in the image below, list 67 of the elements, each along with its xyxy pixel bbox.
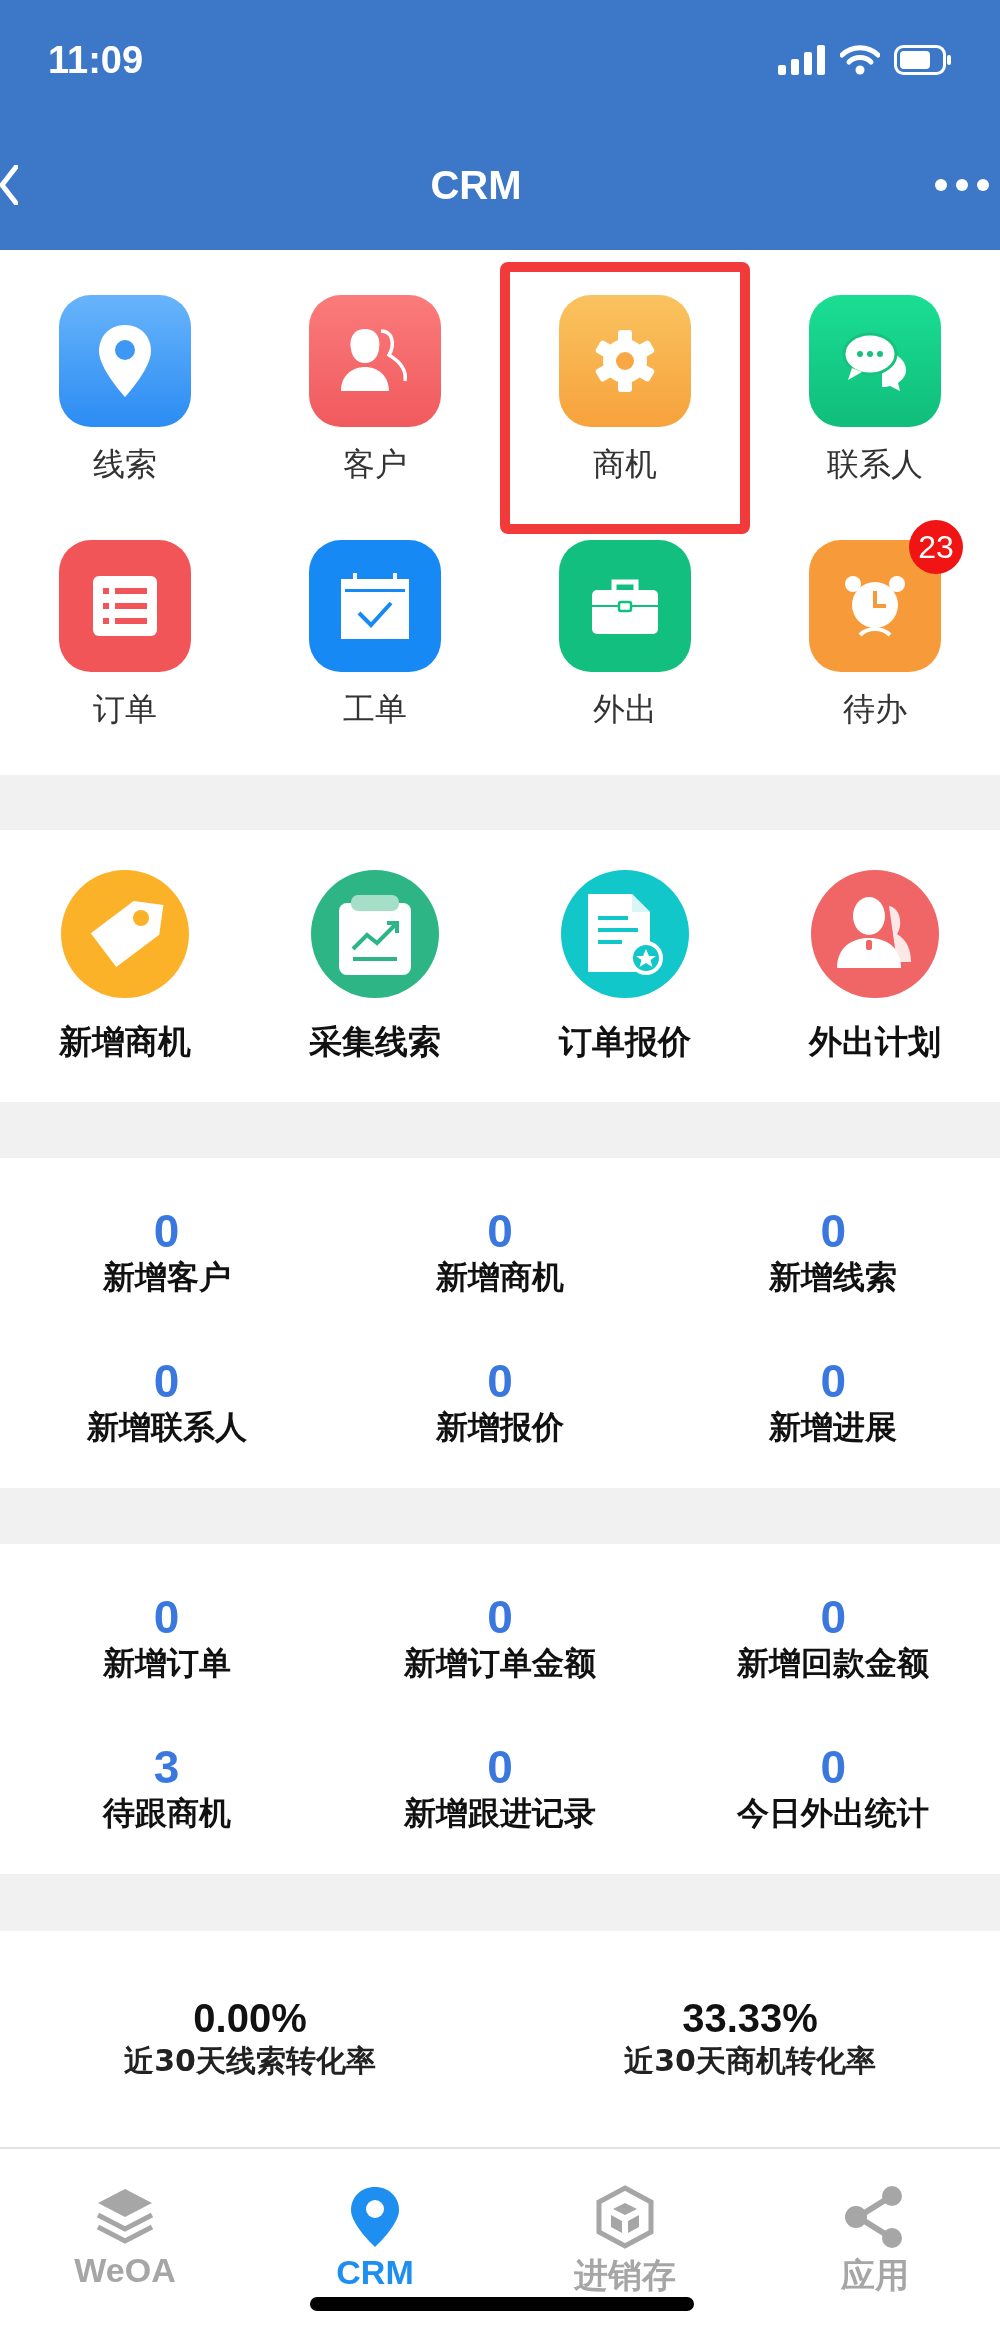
battery-icon: [894, 45, 952, 75]
stat-label: 新增订单: [102, 1643, 231, 1685]
quick-action-label: 新增商机: [59, 1021, 191, 1063]
module-label: 商机: [593, 444, 657, 485]
location-pin-icon: [349, 2185, 401, 2249]
rate-label: 近30天商机转化率: [624, 2042, 876, 2080]
stat-value[interactable]: 0: [153, 1355, 180, 1407]
briefcase-icon: [592, 578, 658, 634]
stat-value[interactable]: 0: [487, 1355, 513, 1407]
cube-icon: [595, 2185, 655, 2249]
tab[interactable]: CRM: [336, 2185, 414, 2292]
stat-value[interactable]: 0: [487, 1591, 513, 1643]
stat-label: 新增报价: [436, 1407, 564, 1449]
stat-value[interactable]: 3: [153, 1741, 180, 1793]
rate-label: 近30天线索转化率: [124, 2042, 376, 2080]
stat-label: 新增客户: [102, 1257, 231, 1299]
stat-value[interactable]: 0: [820, 1591, 847, 1643]
quick-action-label: 外出计划: [809, 1021, 941, 1063]
wifi-icon: [840, 45, 880, 75]
signal-icon: [778, 45, 826, 75]
tab[interactable]: 应用: [841, 2185, 909, 2299]
module-tile[interactable]: [309, 295, 441, 427]
module-label: 客户: [343, 444, 407, 485]
stat-label: 新增商机: [436, 1257, 564, 1299]
stat-label: 新增订单金额: [404, 1643, 596, 1685]
page-title: CRM: [430, 162, 522, 208]
module-label: 订单: [93, 689, 157, 730]
module-label: 待办: [843, 689, 907, 730]
quick-action-label: 订单报价: [559, 1021, 691, 1063]
module-label: 工单: [343, 689, 407, 730]
alarm-clock-icon: [842, 573, 908, 639]
stat-value[interactable]: 0: [820, 1205, 847, 1257]
more-icon[interactable]: [934, 178, 990, 192]
module-tile[interactable]: [559, 295, 691, 427]
module-label: 线索: [93, 444, 157, 485]
module-tile[interactable]: [559, 540, 691, 672]
tab[interactable]: 进销存: [574, 2185, 676, 2299]
stat-value[interactable]: 0: [487, 1741, 513, 1793]
count-badge: 23: [909, 520, 963, 574]
tab[interactable]: WeOA: [74, 2185, 176, 2290]
stat-label: 新增线索: [769, 1257, 898, 1299]
module-tile[interactable]: [59, 540, 191, 672]
stat-label: 新增回款金额: [737, 1643, 930, 1685]
calendar-check-icon: [341, 573, 409, 639]
stat-value[interactable]: 0: [820, 1355, 847, 1407]
status-time: 11:09: [48, 38, 144, 82]
stat-value[interactable]: 0: [487, 1205, 513, 1257]
chat-icon: [842, 330, 908, 392]
quick-action-label: 采集线索: [309, 1021, 441, 1063]
stat-label: 新增跟进记录: [404, 1793, 596, 1835]
module-tile[interactable]: [59, 295, 191, 427]
stat-value[interactable]: 0: [153, 1205, 180, 1257]
module-label: 外出: [593, 689, 657, 730]
back-icon[interactable]: [0, 165, 18, 205]
rate-value: 0.00%: [193, 1996, 307, 2041]
stat-label: 待跟商机: [102, 1793, 231, 1835]
stat-label: 新增进展: [769, 1407, 898, 1449]
stat-label: 新增联系人: [86, 1407, 247, 1449]
rate-value: 33.33%: [682, 1996, 818, 2041]
module-tile[interactable]: [809, 295, 941, 427]
module-label: 联系人: [827, 444, 923, 485]
module-tile[interactable]: [309, 540, 441, 672]
stat-value[interactable]: 0: [820, 1741, 847, 1793]
stat-label: 今日外出统计: [737, 1793, 930, 1835]
document-star-icon: [586, 892, 664, 976]
list-icon: [93, 576, 157, 636]
stat-value[interactable]: 0: [153, 1591, 180, 1643]
